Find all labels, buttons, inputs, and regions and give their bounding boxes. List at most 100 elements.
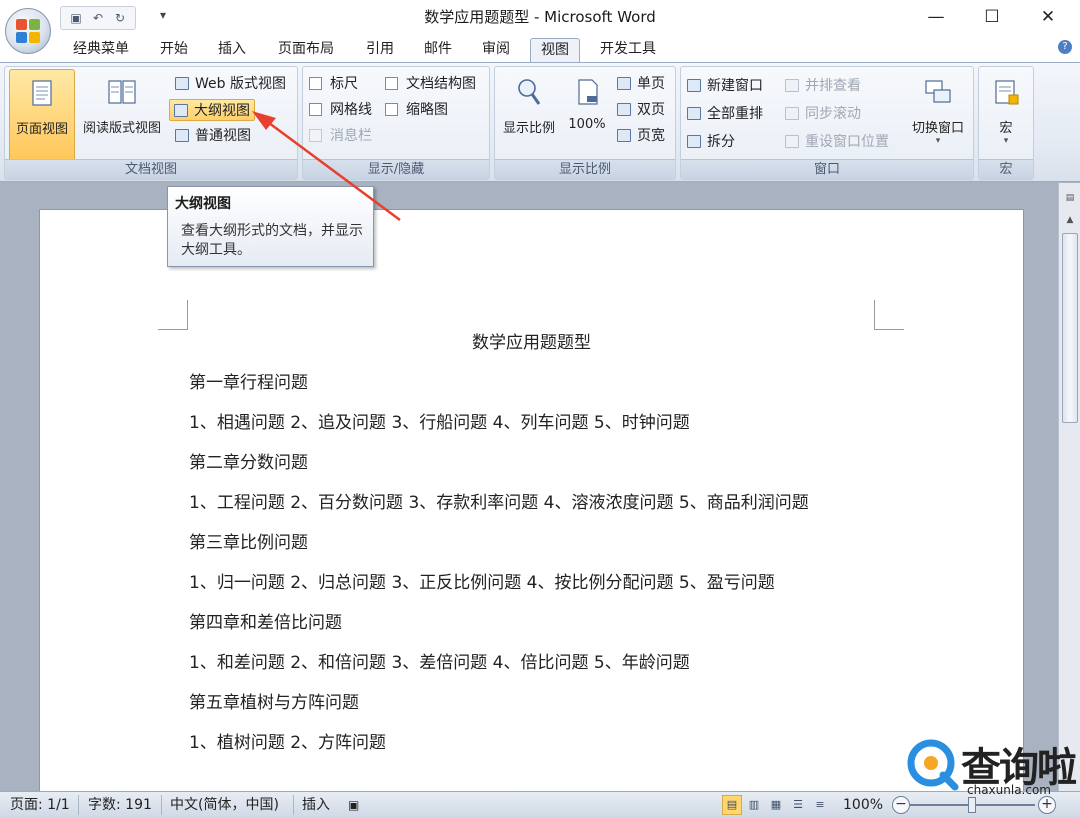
ruler-checkbox[interactable]: 标尺: [309, 73, 358, 95]
message-bar-check-icon: [309, 129, 322, 142]
close-button[interactable]: ✕: [1020, 0, 1076, 34]
macro-record-icon[interactable]: ▣: [348, 792, 359, 818]
status-language[interactable]: 中文(简体，中国): [170, 792, 279, 818]
scroll-up-icon[interactable]: ▲: [1063, 213, 1077, 227]
group-zoom: 显示比例 100% 单页 双页 页宽 显示比例: [494, 66, 676, 180]
minimize-button[interactable]: —: [908, 0, 964, 34]
tooltip: 大纲视图 查看大纲形式的文档，并显示大纲工具。: [167, 186, 374, 267]
macros-icon: [995, 80, 1019, 105]
arrange-all-label: 全部重排: [707, 106, 763, 122]
vertical-scrollbar[interactable]: ▤ ▲: [1058, 183, 1080, 791]
tab-insert[interactable]: 插入: [208, 38, 256, 62]
ruler-label: 标尺: [330, 76, 358, 92]
page-width-label: 页宽: [637, 128, 665, 144]
two-pages-icon: [617, 103, 631, 116]
macros-button[interactable]: 宏 ▾: [981, 69, 1031, 161]
outline-icon[interactable]: ☰: [788, 795, 808, 815]
normal-view-label: 普通视图: [195, 128, 251, 144]
status-insert-mode[interactable]: 插入: [302, 792, 330, 818]
doc-line: 第三章比例问题: [189, 533, 308, 553]
split-icon: [687, 135, 701, 148]
split-label: 拆分: [707, 134, 735, 150]
maximize-button[interactable]: ☐: [964, 0, 1020, 34]
qat-customize-icon[interactable]: ▾: [160, 8, 166, 22]
tooltip-body: 查看大纲形式的文档，并显示大纲工具。: [181, 223, 363, 258]
zoom-slider-thumb[interactable]: [968, 797, 976, 813]
reset-position-label: 重设窗口位置: [805, 134, 889, 150]
tab-review[interactable]: 审阅: [472, 38, 520, 62]
help-icon[interactable]: ?: [1058, 40, 1072, 54]
quick-access-toolbar: ▣ ↶ ↻: [60, 6, 136, 30]
ruler-check-icon: [309, 77, 322, 90]
split-button[interactable]: 拆分: [687, 131, 735, 153]
outline-view-label: 大纲视图: [194, 103, 250, 119]
zoom-out-icon[interactable]: −: [892, 796, 910, 814]
group-label-show-hide: 显示/隐藏: [303, 159, 489, 179]
web-layout-icon[interactable]: ▦: [766, 795, 786, 815]
page-width-button[interactable]: 页宽: [617, 125, 665, 147]
crop-mark-top-left: [158, 300, 188, 330]
tab-home[interactable]: 开始: [150, 38, 198, 62]
gridlines-checkbox[interactable]: 网格线: [309, 99, 372, 121]
doc-map-checkbox[interactable]: 文档结构图: [385, 73, 476, 95]
switch-windows-dropdown-icon: ▾: [935, 136, 941, 146]
group-label-document-views: 文档视图: [5, 159, 297, 179]
group-document-views: 页面视图 阅读版式视图 Web 版式视图 大纲视图 普通视图 文档视图: [4, 66, 298, 180]
tab-page-layout[interactable]: 页面布局: [266, 38, 346, 62]
group-label-macros: 宏: [979, 159, 1033, 179]
zoom-100-label: 100%: [568, 117, 606, 132]
page-view-button[interactable]: 页面视图: [9, 69, 75, 161]
watermark: 查询啦 chaxunla.com: [905, 735, 1077, 797]
zoom-level[interactable]: 100%: [843, 792, 883, 818]
sync-scroll-button[interactable]: 同步滚动: [785, 103, 861, 125]
web-view-button[interactable]: Web 版式视图: [175, 73, 286, 95]
page-view-label: 页面视图: [15, 122, 68, 137]
side-by-side-button[interactable]: 并排查看: [785, 75, 861, 97]
status-separator: [293, 795, 294, 815]
full-screen-reading-icon[interactable]: ▥: [744, 795, 764, 815]
undo-icon[interactable]: ↶: [89, 11, 107, 25]
outline-view-button[interactable]: 大纲视图: [169, 99, 255, 121]
status-separator: [161, 795, 162, 815]
tab-mailings[interactable]: 邮件: [414, 38, 462, 62]
scroll-thumb[interactable]: [1062, 233, 1078, 423]
web-view-icon: [175, 77, 189, 90]
document-area: 数学应用题题型 第一章行程问题 1、相遇问题 2、追及问题 3、行船问题 4、列…: [0, 183, 1058, 791]
normal-view-button[interactable]: 普通视图: [175, 125, 251, 147]
ruler-toggle-icon[interactable]: ▤: [1063, 191, 1077, 205]
status-page[interactable]: 页面: 1/1: [10, 792, 70, 818]
message-bar-checkbox[interactable]: 消息栏: [309, 125, 372, 147]
two-pages-button[interactable]: 双页: [617, 99, 665, 121]
zoom-in-icon[interactable]: +: [1038, 796, 1056, 814]
tab-developer[interactable]: 开发工具: [588, 38, 668, 62]
reading-view-button[interactable]: 阅读版式视图: [75, 69, 169, 161]
doc-line: 1、植树问题 2、方阵问题: [189, 733, 387, 753]
draft-icon[interactable]: ≡: [810, 795, 830, 815]
doc-line: 1、相遇问题 2、追及问题 3、行船问题 4、列车问题 5、时钟问题: [189, 413, 690, 433]
tab-view[interactable]: 视图: [530, 38, 580, 62]
tab-references[interactable]: 引用: [356, 38, 404, 62]
tab-classic-menu[interactable]: 经典菜单: [63, 38, 139, 62]
new-window-button[interactable]: 新建窗口: [687, 75, 763, 97]
switch-windows-button[interactable]: 切换窗口 ▾: [905, 69, 971, 161]
one-page-button[interactable]: 单页: [617, 73, 665, 95]
reading-view-icon: [108, 80, 136, 104]
zoom-label: 显示比例: [502, 121, 555, 136]
redo-icon[interactable]: ↻: [111, 11, 129, 25]
zoom-100-button[interactable]: 100%: [563, 69, 611, 161]
zoom-button[interactable]: 显示比例: [497, 69, 561, 161]
side-by-side-icon: [785, 79, 799, 92]
office-button[interactable]: [5, 8, 51, 54]
doc-line: 1、和差问题 2、和倍问题 3、差倍问题 4、倍比问题 5、年龄问题: [189, 653, 690, 673]
print-layout-icon[interactable]: ▤: [722, 795, 742, 815]
status-word-count[interactable]: 字数: 191: [88, 792, 152, 818]
switch-windows-icon: [925, 80, 951, 103]
reset-window-position-button[interactable]: 重设窗口位置: [785, 131, 889, 153]
magnifier-icon: [518, 79, 541, 105]
normal-view-icon: [175, 129, 189, 142]
thumbnails-checkbox[interactable]: 缩略图: [385, 99, 448, 121]
save-icon[interactable]: ▣: [67, 11, 85, 25]
document-page[interactable]: 数学应用题题型 第一章行程问题 1、相遇问题 2、追及问题 3、行船问题 4、列…: [40, 210, 1023, 791]
web-view-label: Web 版式视图: [195, 76, 286, 92]
arrange-all-button[interactable]: 全部重排: [687, 103, 763, 125]
